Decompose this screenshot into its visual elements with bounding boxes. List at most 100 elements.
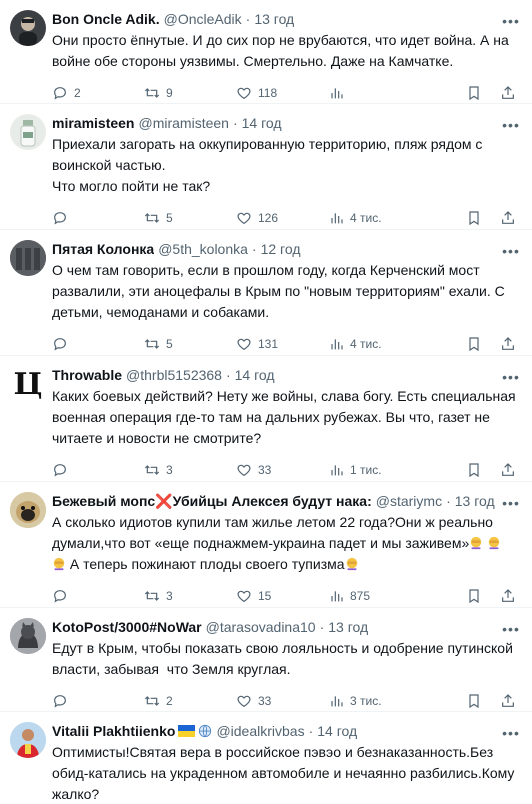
timestamp[interactable]: 13 год (328, 618, 368, 636)
avatar[interactable] (10, 492, 46, 528)
more-icon[interactable]: ••• (502, 12, 520, 30)
like-button[interactable]: 126 (236, 210, 328, 226)
views-button[interactable]: 875 (328, 588, 428, 604)
timestamp[interactable]: 14 год (317, 722, 357, 740)
ukraine-flag-icon (178, 725, 196, 737)
views-icon (331, 696, 343, 707)
tweet[interactable]: Ц Throwable @thrbl5152368 · 14 год ••• К… (0, 356, 532, 482)
bookmark-icon[interactable] (466, 85, 482, 101)
avatar[interactable] (10, 10, 46, 46)
author-name[interactable]: Vitalii Plakhtiienko (52, 722, 175, 740)
timestamp[interactable]: 13 год (254, 10, 294, 28)
facepalm-emoji (471, 536, 482, 550)
avatar[interactable] (10, 722, 46, 758)
more-icon[interactable]: ••• (502, 494, 520, 512)
views-button[interactable] (328, 85, 428, 101)
tweet[interactable]: Bon Oncle Adik. @OncleAdik · 13 год ••• … (0, 0, 532, 104)
tweet[interactable]: Vitalii Plakhtiienko @idealkrivbas · 14 … (0, 712, 532, 804)
timestamp[interactable]: 14 год (235, 366, 275, 384)
bookmark-icon[interactable] (466, 462, 482, 478)
author-handle[interactable]: @OncleAdik (164, 10, 242, 28)
heart-icon (237, 338, 251, 351)
author-name[interactable]: Bon Oncle Adik. (52, 10, 160, 28)
timestamp[interactable]: 12 год (261, 240, 301, 258)
author-name[interactable]: Throwable (52, 366, 122, 384)
heart-icon (237, 464, 251, 477)
tweet[interactable]: Бежевый мопс❌Убийцы Алексея будут нака: … (0, 482, 532, 608)
more-icon[interactable]: ••• (502, 242, 520, 260)
bookmark-icon[interactable] (466, 588, 482, 604)
retweet-button[interactable]: 5 (144, 336, 236, 352)
share-icon[interactable] (500, 210, 516, 226)
views-button[interactable]: 4 тис. (328, 210, 428, 226)
more-icon[interactable]: ••• (502, 724, 520, 742)
share-icon[interactable] (500, 85, 516, 101)
bookmark-icon[interactable] (466, 210, 482, 226)
bookmark-icon[interactable] (466, 336, 482, 352)
retweet-button[interactable]: 3 (144, 588, 236, 604)
avatar[interactable]: Ц (10, 366, 46, 402)
tweet[interactable]: Пятая Колонка @5th_kolonka · 12 год ••• … (0, 230, 532, 356)
author-name[interactable]: Бежевый мопс❌Убийцы Алексея будут нака: (52, 492, 372, 510)
retweet-button[interactable]: 3 (144, 462, 236, 478)
reply-icon (54, 695, 66, 708)
author-name[interactable]: miramisteen (52, 114, 134, 132)
author-handle[interactable]: @stariymc (376, 492, 442, 510)
retweet-icon (144, 465, 160, 475)
views-button[interactable]: 3 тис. (328, 693, 428, 709)
author-handle[interactable]: @miramisteen (138, 114, 228, 132)
retweet-button[interactable]: 5 (144, 210, 236, 226)
separator-dot: · (232, 115, 238, 131)
share-icon[interactable] (500, 336, 516, 352)
reply-button[interactable] (52, 210, 144, 226)
like-button[interactable]: 131 (236, 336, 328, 352)
separator-dot: · (308, 723, 314, 739)
like-button[interactable]: 33 (236, 462, 328, 478)
timestamp[interactable]: 14 год (242, 114, 282, 132)
more-icon[interactable]: ••• (502, 368, 520, 386)
separator-dot: · (245, 11, 251, 27)
like-button[interactable]: 33 (236, 693, 328, 709)
like-button[interactable]: 118 (236, 85, 328, 101)
more-icon[interactable]: ••• (502, 116, 520, 134)
share-icon[interactable] (500, 462, 516, 478)
avatar[interactable] (10, 114, 46, 150)
author-name[interactable]: KotoPost/3000#NoWar (52, 618, 202, 636)
share-icon[interactable] (500, 588, 516, 604)
reply-button[interactable] (52, 462, 144, 478)
like-button[interactable]: 15 (236, 588, 328, 604)
retweet-count: 9 (166, 86, 173, 100)
author-handle[interactable]: @thrbl5152368 (126, 366, 222, 384)
more-icon[interactable]: ••• (502, 620, 520, 638)
separator-dot: · (446, 493, 451, 509)
author-name[interactable]: Пятая Колонка (52, 240, 154, 258)
author-handle[interactable]: @idealkrivbas (216, 722, 304, 740)
heart-icon (237, 590, 251, 603)
heart-icon (237, 87, 251, 100)
reply-button[interactable]: 2 (52, 85, 144, 101)
reply-button[interactable] (52, 588, 144, 604)
bookmark-icon[interactable] (466, 693, 482, 709)
views-button[interactable]: 4 тис. (328, 336, 428, 352)
tweet[interactable]: KotoPost/3000#NoWar @tarasovadina10 · 13… (0, 608, 532, 712)
views-icon (331, 88, 343, 99)
share-icon[interactable] (500, 693, 516, 709)
retweet-button[interactable]: 9 (144, 85, 236, 101)
reply-button[interactable] (52, 336, 144, 352)
author-handle[interactable]: @tarasovadina10 (206, 618, 316, 636)
tweet[interactable]: miramisteen @miramisteen · 14 год ••• Пр… (0, 104, 532, 230)
views-button[interactable]: 1 тис. (328, 462, 428, 478)
tweet-text-part: А сколько идиотов купили там жилье летом… (52, 514, 493, 551)
author-handle[interactable]: @5th_kolonka (158, 240, 248, 258)
reply-button[interactable] (52, 693, 144, 709)
reply-icon (54, 338, 66, 351)
like-count: 131 (258, 337, 279, 351)
reply-icon (54, 590, 66, 603)
retweet-button[interactable]: 2 (144, 693, 236, 709)
globe-icon (199, 724, 212, 738)
retweet-count: 5 (166, 211, 173, 225)
avatar[interactable] (10, 240, 46, 276)
timestamp[interactable]: 13 год (455, 492, 495, 510)
reply-icon (54, 212, 66, 225)
avatar[interactable] (10, 618, 46, 654)
